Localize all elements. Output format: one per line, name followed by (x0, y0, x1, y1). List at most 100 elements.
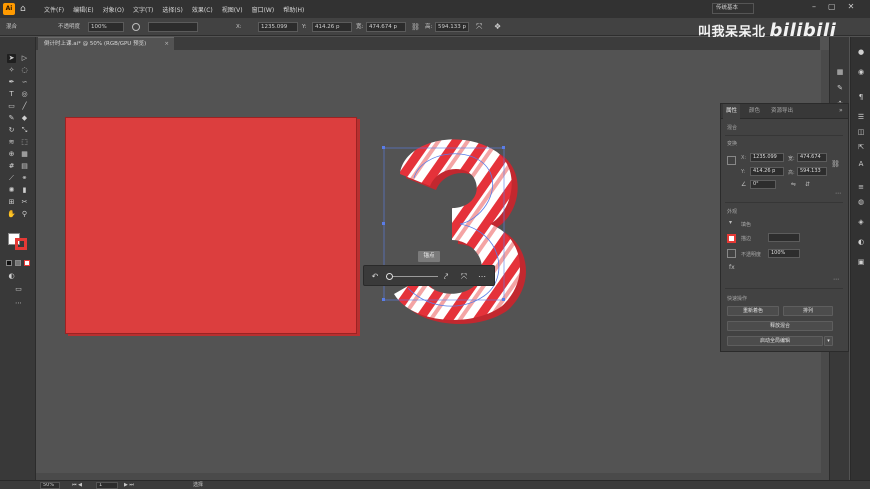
selection-tool-icon[interactable]: ➤ (7, 54, 16, 63)
none-mode-icon[interactable] (24, 260, 30, 266)
zoom-tool-icon[interactable]: ⚲ (20, 210, 29, 219)
tab-color[interactable]: 颜色 (749, 104, 760, 119)
screen-mode-icon[interactable]: ▭ (14, 285, 23, 294)
candy-cane-number-three[interactable] (372, 128, 542, 328)
magic-wand-icon[interactable]: ✧ (7, 66, 16, 75)
page-field[interactable]: 1 (96, 482, 118, 489)
menu-help[interactable]: 帮助(H) (283, 5, 304, 14)
bbox-handle-top-left[interactable] (382, 146, 385, 149)
menu-view[interactable]: 视图(V) (222, 5, 243, 14)
transparency-icon[interactable]: ◐ (856, 237, 866, 247)
page-nav-first-icon[interactable]: ⏮ ◀ (72, 481, 82, 489)
global-edit-button[interactable]: 启动全局编辑 (727, 336, 823, 346)
artboard[interactable] (65, 117, 357, 334)
gradient-tool-icon[interactable]: ▤ (20, 162, 29, 171)
minimize-icon[interactable]: – (812, 2, 816, 11)
paintbrush-icon[interactable]: ╱ (20, 102, 29, 111)
eyedropper-icon[interactable]: ⟋ (7, 174, 16, 183)
recolor-icon[interactable] (132, 23, 140, 31)
stroke-swatch[interactable] (15, 238, 27, 250)
color-icon[interactable]: ● (856, 47, 866, 57)
stroke-weight-field[interactable] (768, 233, 800, 242)
fill-color-swatch[interactable] (727, 234, 736, 243)
page-nav-last-icon[interactable]: ▶ ⏭ (124, 481, 134, 489)
swatches-icon[interactable]: ▦ (835, 67, 845, 77)
smoothness-slider-knob[interactable] (386, 273, 393, 280)
horizontal-scrollbar[interactable] (36, 473, 821, 480)
bbox-handle-bottom-left[interactable] (382, 298, 385, 301)
y-field[interactable]: 414.26 p (312, 22, 352, 32)
constrain-proportions-icon[interactable]: ⛓ (831, 160, 840, 168)
color-mode-icon[interactable] (6, 260, 12, 266)
character-icon[interactable]: A (856, 159, 866, 169)
graph-tool-icon[interactable]: ▮ (20, 186, 29, 195)
libraries-icon[interactable]: ◫ (856, 127, 866, 137)
workspace-switcher[interactable]: 传统基本 (712, 3, 754, 14)
tab-properties[interactable]: 属性 (723, 104, 741, 119)
mesh-tool-icon[interactable]: # (7, 162, 16, 171)
appearance-icon[interactable]: ◍ (856, 197, 866, 207)
panel-x-field[interactable]: 1235.099 (750, 153, 784, 162)
menu-object[interactable]: 对象(O) (103, 5, 124, 14)
scale-tool-icon[interactable]: ⤡ (20, 126, 29, 135)
h-field[interactable]: 594.133 p (435, 22, 469, 32)
menu-type[interactable]: 文字(T) (133, 5, 153, 14)
align-icon[interactable]: ≡ (856, 182, 866, 192)
bbox-handle-left[interactable] (382, 222, 385, 225)
smoothness-slider-track[interactable] (386, 276, 438, 277)
properties-icon[interactable]: ☰ (856, 112, 866, 122)
more-tools-icon[interactable]: ⋯ (14, 299, 23, 308)
panel-w-field[interactable]: 474.674 (797, 153, 827, 162)
eraser-icon[interactable]: ◆ (20, 114, 29, 123)
panel-collapse-icon[interactable]: » (839, 107, 843, 114)
bbox-handle-bottom-right[interactable] (502, 298, 505, 301)
curvature-tool-icon[interactable]: ∽ (20, 78, 29, 87)
menu-edit[interactable]: 编辑(E) (73, 5, 93, 14)
layers-icon[interactable]: ◈ (856, 217, 866, 227)
panel-opacity-field[interactable]: 100% (768, 249, 800, 258)
direct-selection-tool-icon[interactable]: ▷ (20, 54, 29, 63)
close-icon[interactable]: ✕ (848, 2, 855, 11)
transform-icon[interactable]: ⤧ (476, 22, 482, 32)
rotation-field[interactable]: 0° (750, 180, 776, 189)
smooth-curve-icon[interactable]: ↶ (369, 271, 381, 282)
flip-horizontal-icon[interactable]: ⇋ (791, 181, 796, 188)
export-icon[interactable]: ⇱ (856, 142, 866, 152)
recolor-button[interactable]: 重新着色 (727, 306, 779, 316)
x-field[interactable]: 1235.099 (258, 22, 298, 32)
free-transform-icon[interactable]: ⬚ (20, 138, 29, 147)
rotate-tool-icon[interactable]: ↻ (7, 126, 16, 135)
document-tab[interactable]: 倒计时上课.ai* @ 50% (RGB/GPU 预览) × (38, 37, 174, 50)
shaper-tool-icon[interactable]: ✎ (7, 114, 16, 123)
arrange-icon[interactable]: ❖ (494, 22, 501, 31)
artboard-tool-icon[interactable]: ⊞ (7, 198, 16, 207)
menu-file[interactable]: 文件(F) (44, 5, 64, 14)
perspective-grid-icon[interactable]: ▦ (20, 150, 29, 159)
menu-effect[interactable]: 效果(C) (192, 5, 213, 14)
rectangle-tool-icon[interactable]: ▭ (7, 102, 16, 111)
panel-h-field[interactable]: 594.133 (797, 167, 827, 176)
expand-icon[interactable]: ⤧ (458, 271, 470, 282)
type-tool-icon[interactable]: T (7, 90, 16, 99)
paragraph-icon[interactable]: ¶ (856, 92, 866, 102)
menu-window[interactable]: 窗口(W) (252, 5, 275, 14)
shape-builder-icon[interactable]: ⊕ (7, 150, 16, 159)
tab-asset-export[interactable]: 资源导出 (771, 104, 793, 119)
fx-icon[interactable]: fx (729, 264, 735, 271)
opacity-field[interactable]: 100% (88, 22, 124, 32)
spiral-tool-icon[interactable]: ◎ (20, 90, 29, 99)
gradient-mode-icon[interactable] (15, 260, 21, 266)
brushes-icon[interactable]: ✎ (835, 83, 845, 93)
artboards-icon[interactable]: ▣ (856, 257, 866, 267)
transform-more-icon[interactable]: ⋯ (835, 190, 841, 197)
arrange-button[interactable]: 排列 (783, 306, 833, 316)
maximize-icon[interactable]: ▢ (828, 2, 836, 11)
slice-tool-icon[interactable]: ✂ (20, 198, 29, 207)
draw-mode-icon[interactable]: ◐ (7, 272, 16, 281)
symbol-sprayer-icon[interactable]: ✺ (7, 186, 16, 195)
corner-icon[interactable]: ⤤ (440, 271, 452, 282)
warp-tool-icon[interactable]: ≋ (7, 138, 16, 147)
home-icon[interactable]: ⌂ (20, 4, 30, 14)
link-icon[interactable]: ⛓ (411, 23, 420, 31)
appearance-more-icon[interactable]: ⋯ (833, 276, 839, 283)
